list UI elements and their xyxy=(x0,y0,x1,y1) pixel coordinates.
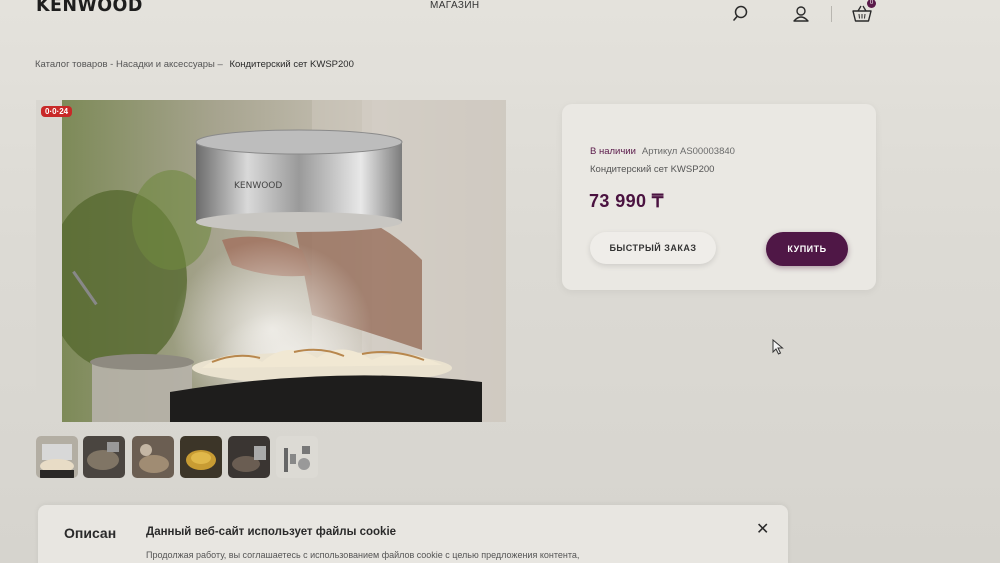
thumbnail-2[interactable] xyxy=(83,436,125,478)
kenwood-logo[interactable]: KENWOOD xyxy=(36,0,143,16)
mouse-cursor-icon xyxy=(772,338,784,360)
quick-order-button[interactable]: БЫСТРЫЙ ЗАКАЗ xyxy=(590,232,716,264)
tab-description[interactable]: Описан xyxy=(64,525,116,541)
product-buy-card: В наличии Артикул AS00003840 Кондитерский… xyxy=(562,104,876,290)
thumbnail-1[interactable] xyxy=(36,436,78,478)
breadcrumb: Каталог товаров - Насадки и аксессуары –… xyxy=(35,59,354,70)
availability-row: В наличии Артикул AS00003840 xyxy=(590,146,735,157)
cart-count-badge: 0 xyxy=(867,0,876,8)
thumbnail-4[interactable] xyxy=(180,436,222,478)
product-gallery: KENWOOD ← → xyxy=(36,100,506,422)
cookie-text: Продолжая работу, вы соглашаетесь с испо… xyxy=(146,550,580,560)
site-header: KENWOOD МАГАЗИН 0 xyxy=(0,0,1000,30)
product-price: 73 990 ₸ xyxy=(589,191,664,211)
thumbnail-6[interactable] xyxy=(276,436,318,478)
breadcrumb-path[interactable]: Каталог товаров - Насадки и аксессуары – xyxy=(35,59,223,70)
thumbnail-5[interactable] xyxy=(228,436,270,478)
breadcrumb-current: Кондитерский сет KWSP200 xyxy=(229,59,354,70)
availability-status: В наличии xyxy=(590,146,636,157)
nav-shop-link[interactable]: МАГАЗИН xyxy=(430,0,480,11)
product-name: Кондитерский сет KWSP200 xyxy=(590,164,715,175)
promo-badge: 0·0·24 xyxy=(41,106,73,117)
product-photo[interactable]: KENWOOD xyxy=(62,100,506,422)
cookie-banner: Описан Данный веб-сайт использует файлы … xyxy=(38,505,788,563)
user-icon[interactable] xyxy=(791,4,811,24)
svg-text:KENWOOD: KENWOOD xyxy=(234,181,282,191)
product-sku: Артикул AS00003840 xyxy=(641,146,735,157)
search-icon[interactable] xyxy=(732,4,752,24)
cookie-title: Данный веб-сайт использует файлы cookie xyxy=(146,526,397,538)
buy-button[interactable]: КУПИТЬ xyxy=(766,232,848,266)
thumbnail-3[interactable] xyxy=(132,436,174,478)
header-divider xyxy=(831,6,832,22)
close-icon[interactable]: ✕ xyxy=(756,522,769,538)
